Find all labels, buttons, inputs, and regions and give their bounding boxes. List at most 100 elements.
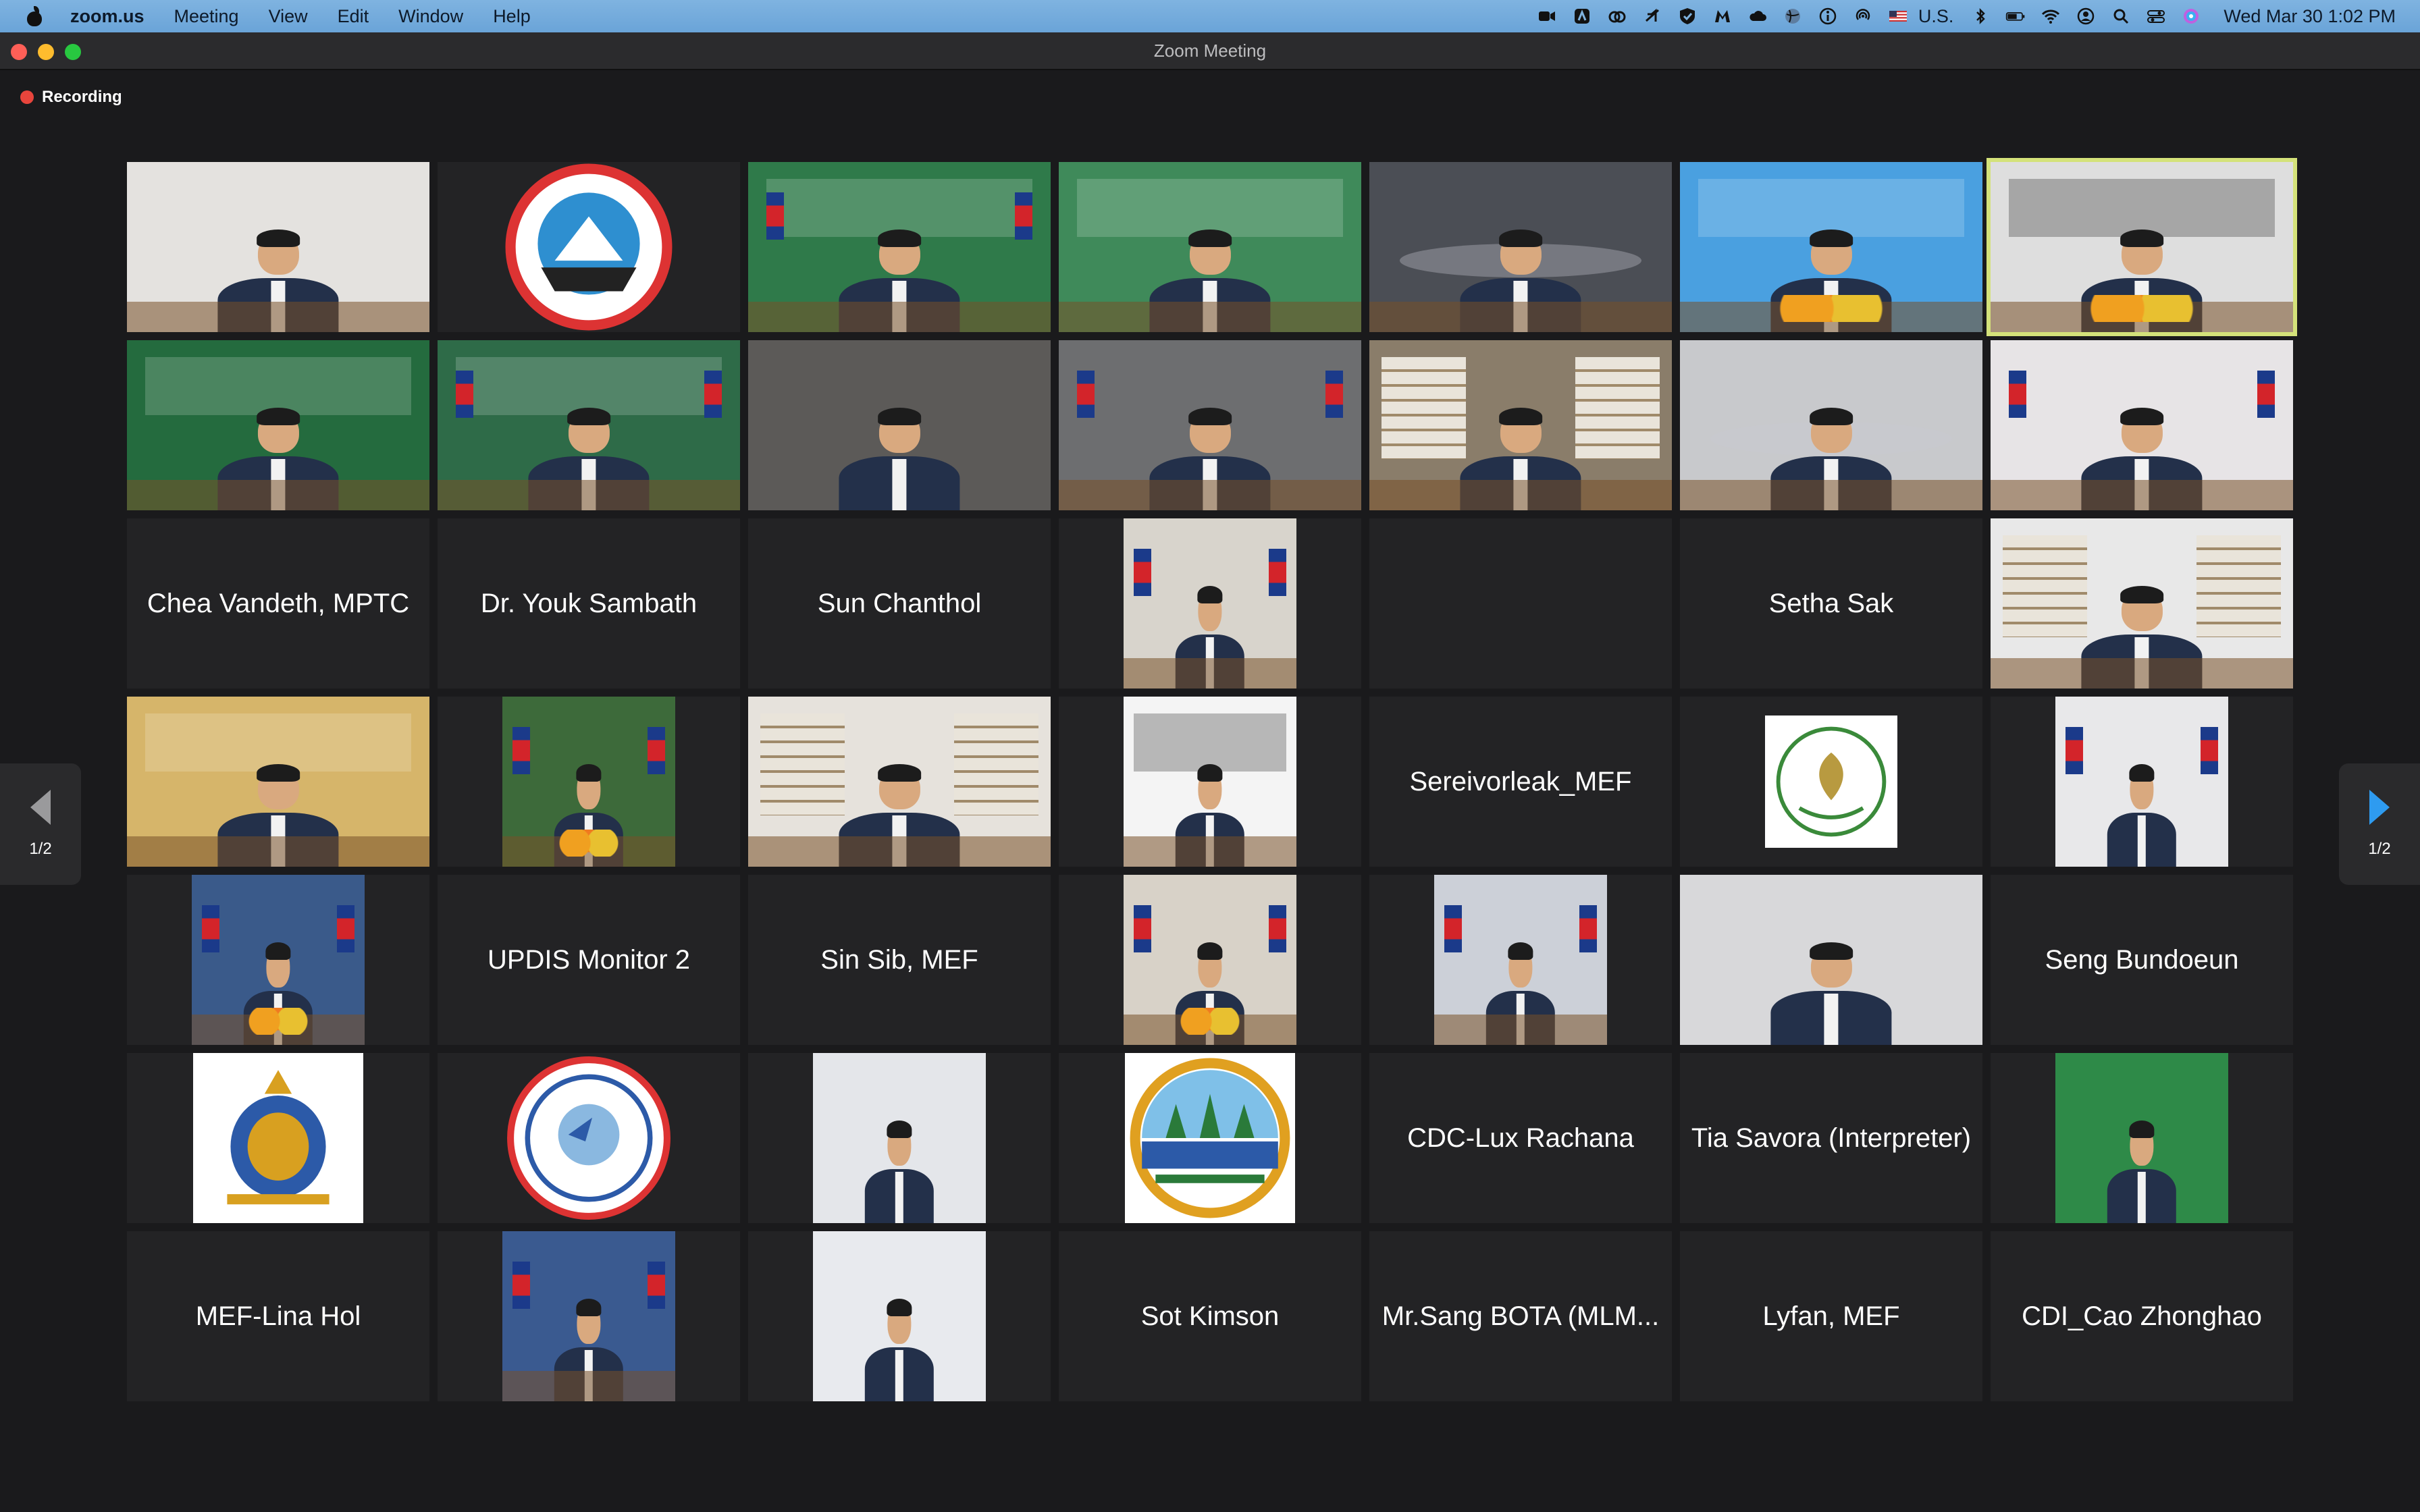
participant-tile[interactable] [1059,697,1361,867]
participant-tile[interactable] [748,1053,1051,1223]
participant-tile[interactable]: Mr.Sang BOTA (MLM... [1369,1231,1672,1401]
participant-name: Tia Savora (Interpreter) [1691,1123,1972,1153]
us-flag-icon[interactable] [1888,6,1908,26]
siri-icon[interactable] [2181,6,2201,26]
globe-icon[interactable] [1783,6,1803,26]
search-icon[interactable] [2111,6,2131,26]
participant-tile[interactable] [1680,162,1982,332]
participant-tile[interactable] [1991,518,2293,688]
participant-name: MEF-Lina Hol [195,1301,361,1331]
minimize-window-button[interactable] [38,44,54,60]
participant-tile[interactable]: Sereivorleak_MEF [1369,697,1672,867]
participant-tile[interactable] [1369,162,1672,332]
participant-tile[interactable] [1369,875,1672,1045]
creative-cloud-icon[interactable] [1607,6,1627,26]
participant-tile[interactable] [438,697,740,867]
wifi-icon[interactable] [2041,6,2061,26]
control-center-icon[interactable] [2146,6,2166,26]
menu-meeting[interactable]: Meeting [174,6,239,27]
participant-tile[interactable]: MEF-Lina Hol [127,1231,429,1401]
participant-tile[interactable] [1680,340,1982,510]
participant-tile[interactable] [127,697,429,867]
participant-tile[interactable] [748,697,1051,867]
participant-tile[interactable] [1059,875,1361,1045]
participant-tile[interactable]: UPDIS Monitor 2 [438,875,740,1045]
participant-tile[interactable] [127,875,429,1045]
participant-tile[interactable]: Sun Chanthol [748,518,1051,688]
participant-tile[interactable] [748,162,1051,332]
menu-help[interactable]: Help [493,6,531,27]
participant-tile[interactable] [1059,162,1361,332]
bluetooth-icon[interactable] [1970,6,1991,26]
participant-name: Lyfan, MEF [1762,1301,1900,1331]
participant-tile[interactable]: CDC-Lux Rachana [1369,1053,1672,1223]
menu-bar: zoom.us Meeting View Edit Window Help U.… [0,0,2420,32]
participant-video [1991,518,2293,688]
participant-tile[interactable] [1369,340,1672,510]
airdrop-icon[interactable] [1853,6,1873,26]
participant-video [1124,518,1296,688]
participant-tile[interactable] [1059,340,1361,510]
zoom-video-icon[interactable] [1537,6,1557,26]
recording-dot-icon [20,90,34,104]
muted-icon[interactable] [1642,6,1662,26]
participant-tile[interactable] [127,162,429,332]
participant-tile[interactable]: Setha Sak [1680,518,1982,688]
participant-tile[interactable] [127,1053,429,1223]
participant-tile[interactable] [438,162,740,332]
fullscreen-window-button[interactable] [65,44,81,60]
participant-tile[interactable] [438,1231,740,1401]
participant-tile[interactable]: Sin Sib, MEF [748,875,1051,1045]
participant-tile[interactable] [1059,518,1361,688]
malwarebytes-icon[interactable] [1712,6,1733,26]
participant-tile[interactable] [748,340,1051,510]
input-source-label[interactable]: U.S. [1918,6,1954,27]
participant-tile[interactable]: Dr. Youk Sambath [438,518,740,688]
participant-name: Mr.Sang BOTA (MLM... [1382,1301,1660,1331]
ministry-commerce-logo [504,162,674,332]
info-icon[interactable] [1818,6,1838,26]
participant-tile[interactable] [1369,518,1672,688]
participant-tile[interactable]: CDI_Cao Zhonghao [1991,1231,2293,1401]
shield-icon[interactable] [1677,6,1698,26]
arrow-left-icon [30,790,51,825]
participant-tile[interactable]: Seng Bundoeun [1991,875,2293,1045]
participant-tile[interactable] [1991,340,2293,510]
arrow-right-icon [2369,790,2390,825]
battery-icon[interactable] [2005,6,2026,26]
participant-video [438,340,740,510]
participant-name: Sot Kimson [1140,1301,1280,1331]
participant-tile[interactable] [438,340,740,510]
participant-tile[interactable]: Chea Vandeth, MPTC [127,518,429,688]
participant-tile[interactable]: Sot Kimson [1059,1231,1361,1401]
cloud-icon[interactable] [1747,6,1768,26]
user-account-icon[interactable] [2076,6,2096,26]
gallery-grid: Chea Vandeth, MPTC Dr. Youk Sambath Sun Ch… [127,158,2297,1436]
previous-page-button[interactable]: 1/2 [0,763,81,885]
participant-tile[interactable] [438,1053,740,1223]
menu-clock[interactable]: Wed Mar 30 1:02 PM [2224,6,2396,27]
app-a-icon[interactable] [1572,6,1592,26]
participant-video [1369,162,1672,332]
window-titlebar: Zoom Meeting [0,32,2420,70]
participant-tile[interactable] [1680,875,1982,1045]
participant-tile[interactable] [1991,1053,2293,1223]
recording-indicator[interactable]: Recording [20,88,122,107]
menu-view[interactable]: View [269,6,308,27]
participant-name: Seng Bundoeun [2045,944,2239,975]
menu-edit[interactable]: Edit [338,6,369,27]
participant-tile[interactable] [1059,1053,1361,1223]
participant-name: UPDIS Monitor 2 [487,944,691,975]
participant-tile[interactable]: Lyfan, MEF [1680,1231,1982,1401]
participant-tile[interactable] [1987,158,2297,336]
menu-app-name[interactable]: zoom.us [70,6,144,27]
participant-tile[interactable] [1991,697,2293,867]
apple-menu-icon[interactable] [26,6,43,26]
close-window-button[interactable] [11,44,27,60]
next-page-button[interactable]: 1/2 [2339,763,2420,885]
participant-tile[interactable] [1680,697,1982,867]
participant-tile[interactable]: Tia Savora (Interpreter) [1680,1053,1982,1223]
participant-tile[interactable] [127,340,429,510]
menu-window[interactable]: Window [398,6,463,27]
participant-tile[interactable] [748,1231,1051,1401]
